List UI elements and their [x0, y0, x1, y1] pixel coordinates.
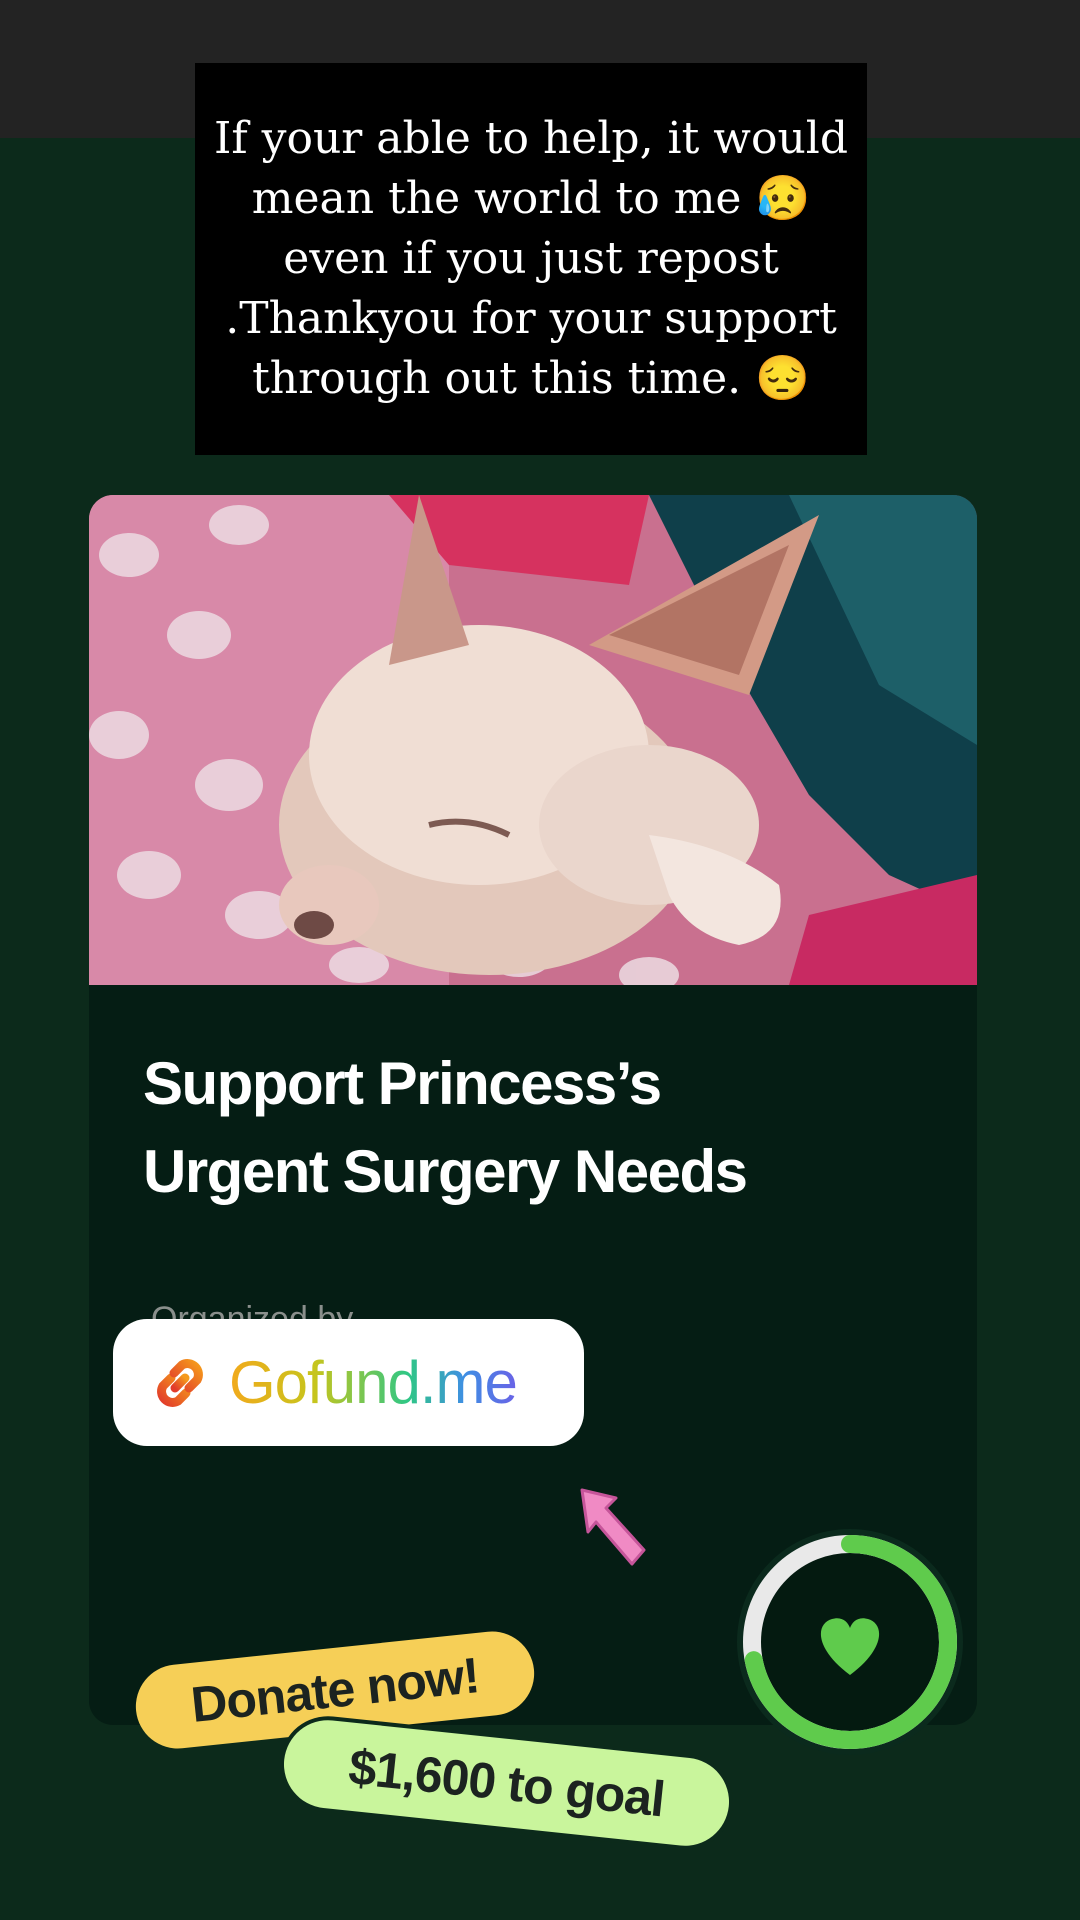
story-caption: If your able to help, it would mean the …	[195, 63, 867, 455]
progress-ring	[735, 1527, 965, 1757]
campaign-title-line1: Support Princess’s	[143, 1050, 662, 1117]
link-icon	[157, 1358, 203, 1407]
pointer-arrow-icon	[580, 1488, 646, 1566]
dog-photo	[89, 495, 977, 985]
link-text: Gofund.me	[229, 1349, 518, 1416]
campaign-title-line2: Urgent Surgery Needs	[143, 1138, 748, 1205]
goal-sticker: $1,600 to goal	[279, 1715, 734, 1851]
gofundme-link-sticker[interactable]: Gofund.me	[113, 1319, 584, 1446]
goal-label: $1,600 to goal	[346, 1738, 667, 1828]
caption-text: If your able to help, it would mean the …	[213, 113, 849, 404]
progress-ring-graphic	[737, 1529, 963, 1755]
campaign-title: Support Princess’s Urgent Surgery Needs	[143, 1040, 903, 1216]
